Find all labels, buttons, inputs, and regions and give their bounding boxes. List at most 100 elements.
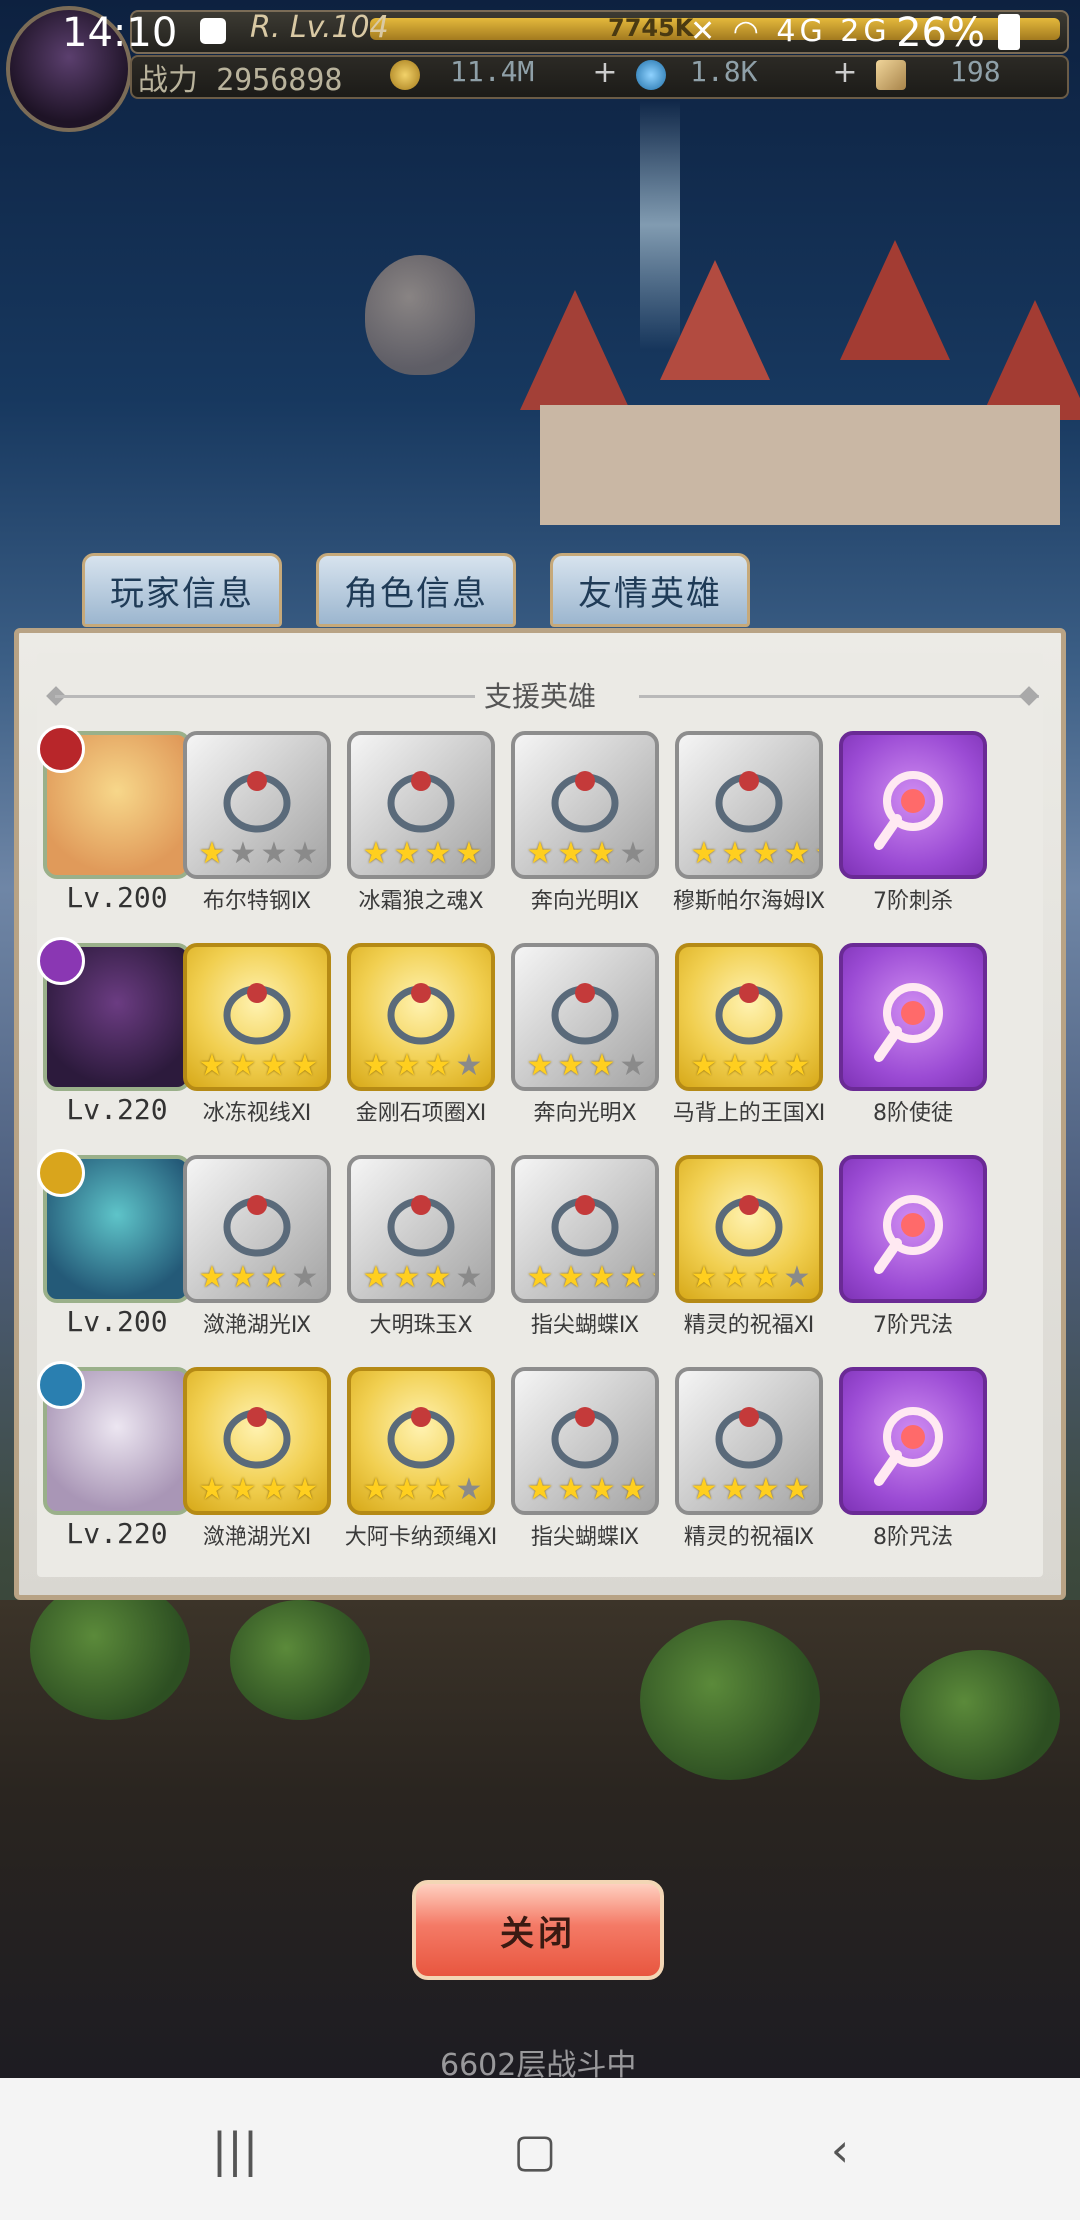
- star-rating: ★ ★ ★ ★: [689, 1475, 812, 1505]
- equipment-card[interactable]: ★ ★ ★ ★: [511, 1367, 659, 1515]
- equipment-slot[interactable]: 7阶咒法: [839, 1155, 987, 1343]
- equipment-card[interactable]: ★ ★ ★ ★: [183, 1155, 331, 1303]
- equipment-slot[interactable]: ★ ★ ★ ★ 大阿卡纳颈绳Ⅺ: [345, 1367, 497, 1555]
- add-gold-button[interactable]: +: [590, 58, 620, 88]
- divider-line: [639, 695, 1039, 698]
- tab-character-info[interactable]: 角色信息: [316, 553, 516, 627]
- star-icon: ★: [393, 1260, 421, 1295]
- equipment-card[interactable]: ★★★★★: [511, 1155, 659, 1303]
- equipment-card[interactable]: ★ ★ ★ ★: [675, 1155, 823, 1303]
- equipment-card[interactable]: [839, 943, 987, 1091]
- combat-power: 战力 2956898: [138, 55, 343, 99]
- star-icon: ★: [198, 1048, 226, 1083]
- equipment-name: 大阿卡纳颈绳Ⅺ: [344, 1525, 498, 1550]
- star-icon: ★: [619, 1048, 647, 1083]
- equipment-slot[interactable]: ★ ★ ★ ★ 奔向光明Ⅹ: [511, 943, 659, 1131]
- star-icon: ★: [455, 1472, 483, 1507]
- equipment-card[interactable]: ★ ★ ★ ★: [347, 943, 495, 1091]
- equipment-slot[interactable]: ★ ★ ★ ★ 冰冻视线Ⅺ: [183, 943, 331, 1131]
- equipment-name: 穆斯帕尔海姆Ⅸ: [672, 889, 826, 914]
- equipment-name: 奔向光明Ⅸ: [530, 889, 640, 914]
- equipment-card[interactable]: [839, 1367, 987, 1515]
- close-button[interactable]: 关闭: [412, 1880, 664, 1980]
- equipment-slot[interactable]: ★★★★★指尖蝴蝶Ⅸ: [511, 1155, 659, 1343]
- equipment-name: 冰冻视线Ⅺ: [202, 1101, 312, 1126]
- scepter-icon: [865, 969, 961, 1065]
- star-icon: ★: [260, 836, 288, 871]
- tab-friend-heroes[interactable]: 友情英雄: [550, 553, 750, 627]
- battery-icon: [998, 14, 1020, 50]
- equipment-card[interactable]: [839, 731, 987, 879]
- equipment-name: 7阶刺杀: [873, 889, 953, 914]
- equipment-slot[interactable]: ★ ★ ★ ★ 布尔特钢Ⅸ: [183, 731, 331, 919]
- back-icon[interactable]: ‹: [810, 2120, 870, 2180]
- ticket-value: 198: [950, 55, 1001, 88]
- equipment-slot[interactable]: ★ ★ ★ ★ 大明珠玉Ⅹ: [347, 1155, 495, 1343]
- star-icon: ★: [424, 1048, 452, 1083]
- star-icon: ★: [752, 1260, 780, 1295]
- equipment-card[interactable]: ★ ★ ★ ★: [675, 1367, 823, 1515]
- equipment-card[interactable]: ★ ★ ★ ★: [183, 943, 331, 1091]
- home-icon[interactable]: ▢: [505, 2120, 565, 2180]
- equipment-slot[interactable]: 8阶咒法: [839, 1367, 987, 1555]
- equipment-name: 7阶咒法: [873, 1313, 953, 1338]
- add-gem-button[interactable]: +: [830, 58, 860, 88]
- gem-icon: [636, 60, 666, 90]
- star-rating: ★ ★ ★ ★: [361, 1475, 484, 1505]
- equipment-card[interactable]: ★ ★ ★ ★: [347, 731, 495, 879]
- equipment-card[interactable]: ★ ★ ★ ★: [183, 731, 331, 879]
- equipment-name: 潋滟湖光Ⅺ: [202, 1525, 312, 1550]
- hero-class-badge-icon: [37, 725, 85, 773]
- equipment-slot[interactable]: ★ ★ ★ ★ 冰霜狼之魂Ⅹ: [347, 731, 495, 919]
- star-icon: ★: [783, 1260, 811, 1295]
- recent-apps-icon[interactable]: |||: [205, 2120, 265, 2180]
- equipment-slot[interactable]: ★ ★ ★ ★ 精灵的祝福Ⅺ: [675, 1155, 823, 1343]
- star-icon: ★: [229, 1260, 257, 1295]
- equipment-card[interactable]: ★ ★ ★ ★: [511, 943, 659, 1091]
- equipment-slot[interactable]: ★ ★ ★ ★ 马背上的王国Ⅺ: [673, 943, 825, 1131]
- tab-player-info[interactable]: 玩家信息: [82, 553, 282, 627]
- star-icon: ★: [783, 836, 811, 871]
- gold-value: 11.4M: [450, 55, 535, 88]
- equipment-card[interactable]: ★ ★ ★ ★: [347, 1367, 495, 1515]
- equipment-slot[interactable]: ★★★★★ 穆斯帕尔海姆Ⅸ: [673, 731, 825, 919]
- castle-roof: [660, 260, 770, 380]
- equipment-slot[interactable]: ★ ★ ★ ★ 精灵的祝福Ⅸ: [675, 1367, 823, 1555]
- star-icon: ★: [260, 1260, 288, 1295]
- star-icon: ★: [526, 1048, 554, 1083]
- ticket-icon: [876, 60, 906, 90]
- status-time: 14:10: [62, 10, 178, 56]
- star-icon: ★: [455, 836, 483, 871]
- equipment-slot[interactable]: ★ ★ ★ ★ 指尖蝴蝶Ⅸ: [511, 1367, 659, 1555]
- star-rating: ★ ★ ★ ★: [361, 1263, 484, 1293]
- star-rating: ★ ★ ★ ★: [197, 1475, 320, 1505]
- equipment-card[interactable]: ★ ★ ★ ★: [511, 731, 659, 879]
- equipment-card[interactable]: ★ ★ ★ ★: [183, 1367, 331, 1515]
- equipment-slot[interactable]: ★ ★ ★ ★ 奔向光明Ⅸ: [511, 731, 659, 919]
- star-icon: ★: [721, 1048, 749, 1083]
- equipment-slot[interactable]: 7阶刺杀: [839, 731, 987, 919]
- equipment-card[interactable]: ★★★★★: [675, 731, 823, 879]
- gem-value: 1.8K: [690, 55, 758, 88]
- star-icon: ★: [291, 1048, 319, 1083]
- star-icon: ★: [557, 836, 585, 871]
- equipment-card[interactable]: ★ ★ ★ ★: [347, 1155, 495, 1303]
- star-icon: ★: [783, 1472, 811, 1507]
- equipment-slot[interactable]: ★ ★ ★ ★ 潋滟湖光Ⅺ: [183, 1367, 331, 1555]
- equipment-name: 金刚石项圈Ⅺ: [355, 1101, 487, 1126]
- equipment-name: 马背上的王国Ⅺ: [672, 1101, 826, 1126]
- star-icon: ★: [229, 1472, 257, 1507]
- equipment-slot[interactable]: ★ ★ ★ ★ 金刚石项圈Ⅺ: [347, 943, 495, 1131]
- equipment-slot[interactable]: 8阶使徒: [839, 943, 987, 1131]
- star-icon: ★: [291, 1260, 319, 1295]
- star-icon: ★: [783, 1048, 811, 1083]
- equipment-slot[interactable]: ★ ★ ★ ★ 潋滟湖光Ⅸ: [183, 1155, 331, 1343]
- equipment-name: 指尖蝴蝶Ⅸ: [530, 1525, 640, 1550]
- equipment-card[interactable]: ★ ★ ★ ★: [675, 943, 823, 1091]
- star-icon: ★: [198, 1472, 226, 1507]
- star-icon: ★: [362, 1260, 390, 1295]
- star-rating: ★ ★ ★ ★: [197, 1263, 320, 1293]
- equipment-name: 冰霜狼之魂Ⅹ: [358, 889, 484, 914]
- star-icon: ★: [619, 836, 647, 871]
- equipment-card[interactable]: [839, 1155, 987, 1303]
